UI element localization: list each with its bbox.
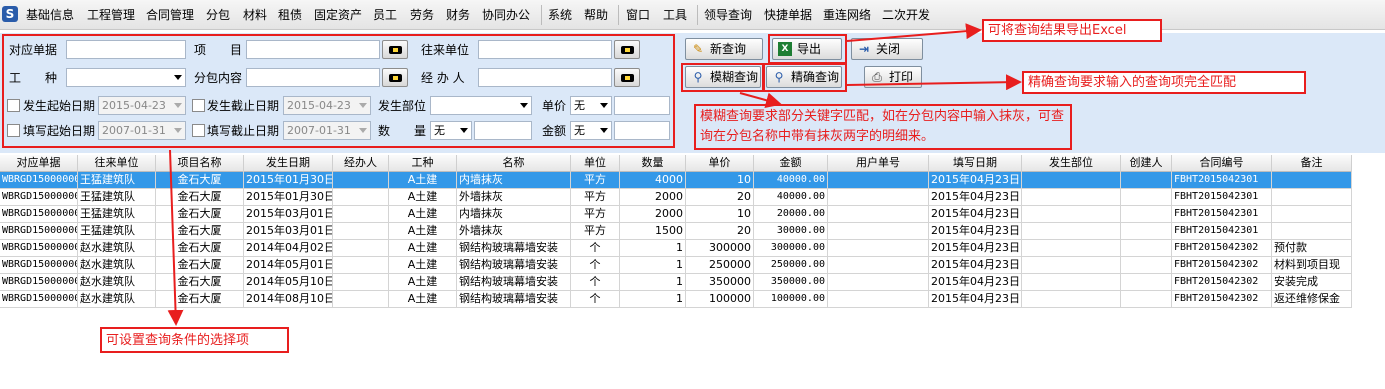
conditions-arrow [167,149,184,326]
exact-arrow [846,74,1022,91]
export-arrow [846,23,982,42]
annotation-arrows [167,23,1022,326]
fuzzy-arrow [739,92,782,109]
